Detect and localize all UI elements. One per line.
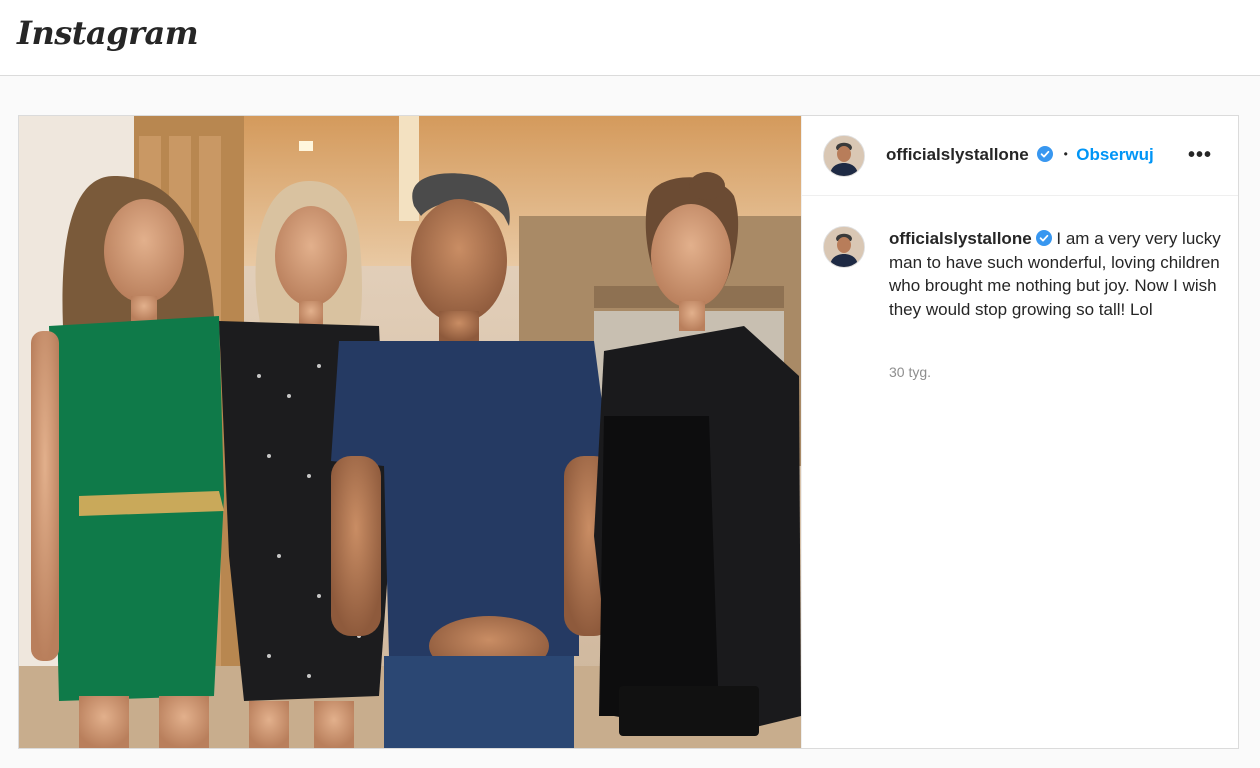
post-sidebar: officialslystallone • Obserwuj ••• offic… [801, 116, 1238, 748]
follow-button[interactable]: Obserwuj [1076, 145, 1153, 164]
caption-username[interactable]: officialslystallone [889, 229, 1032, 248]
post-card: officialslystallone • Obserwuj ••• offic… [18, 115, 1239, 749]
verified-badge-icon [1037, 146, 1054, 162]
author-avatar[interactable] [823, 135, 865, 177]
top-navigation-bar: Instagram [0, 0, 1260, 76]
post-caption: officialslystallone I am a very very luc… [889, 227, 1224, 321]
post-photo-illustration [19, 116, 801, 748]
caption-verified-badge-icon [1035, 230, 1052, 246]
caption-avatar-image [824, 227, 864, 267]
caption-author-avatar[interactable] [823, 226, 865, 268]
post-header: officialslystallone • Obserwuj ••• [802, 116, 1238, 196]
more-options-icon[interactable]: ••• [1188, 144, 1212, 167]
header-separator: • [1063, 147, 1068, 161]
post-header-row: officialslystallone • Obserwuj [886, 145, 1154, 165]
post-photo[interactable] [19, 116, 801, 748]
author-avatar-image [824, 136, 864, 176]
instagram-logo[interactable]: Instagram [17, 14, 199, 52]
author-username[interactable]: officialslystallone [886, 145, 1029, 164]
post-timestamp[interactable]: 30 tyg. [889, 364, 931, 380]
